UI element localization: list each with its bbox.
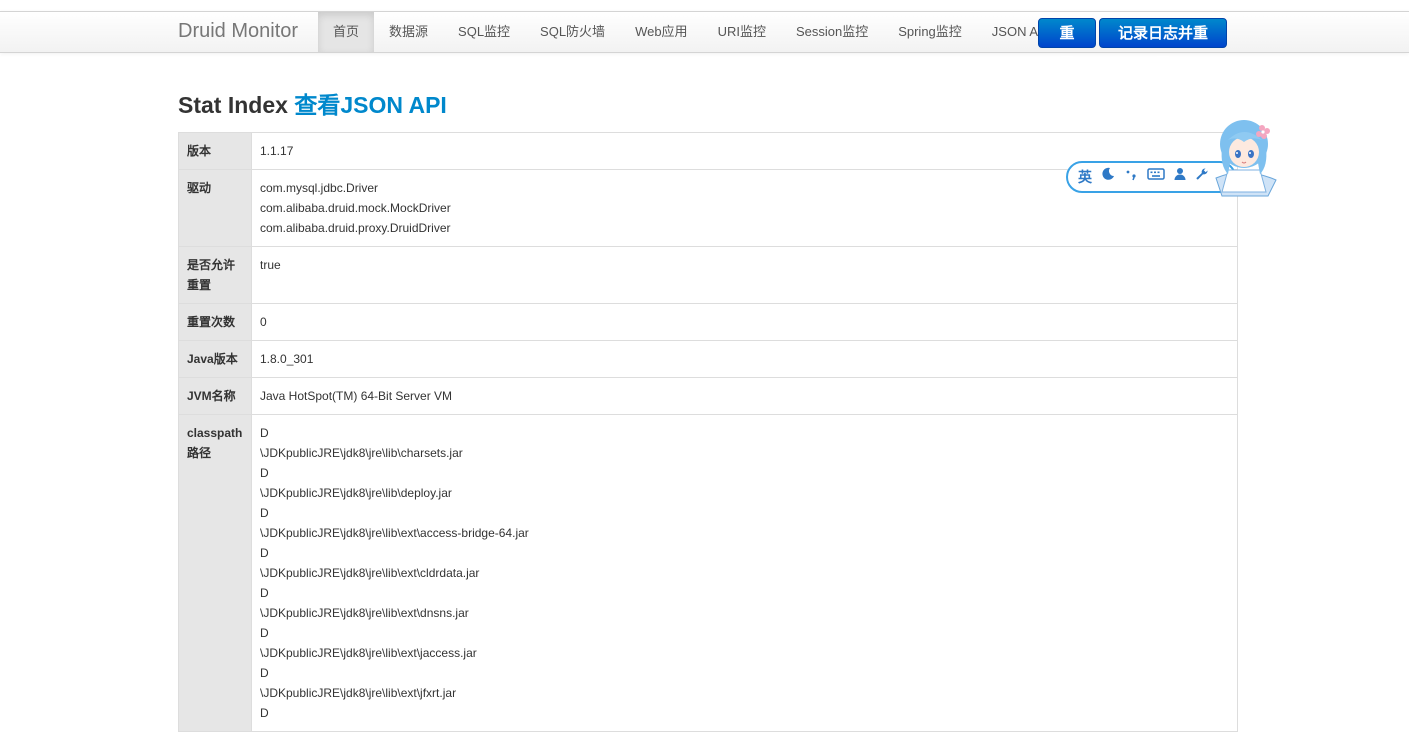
nav-item-home[interactable]: 首页	[318, 12, 375, 52]
row-key: 驱动	[178, 169, 252, 247]
nav-item-sql-firewall[interactable]: SQL防火墙	[525, 12, 620, 52]
value-line: \JDKpublicJRE\jdk8\jre\lib\charsets.jar	[260, 446, 463, 460]
value-line: com.alibaba.druid.mock.MockDriver	[260, 201, 451, 215]
top-navbar: Druid Monitor 首页 数据源 SQL监控 SQL防火墙 Web应用 …	[0, 11, 1409, 72]
reset-button[interactable]: 重置	[1038, 18, 1096, 72]
keyboard-icon[interactable]	[1147, 167, 1165, 187]
table-row-java-version: Java版本 1.8.0_301	[178, 340, 1238, 378]
nav-item-session-monitor[interactable]: Session监控	[781, 12, 883, 52]
table-row-classpath: classpath路径 D \JDKpublicJRE\jdk8\jre\lib…	[178, 414, 1238, 732]
row-value: true	[251, 246, 1238, 304]
nav-item-datasource[interactable]: 数据源	[374, 12, 443, 52]
page-title-text: Stat Index	[178, 92, 288, 118]
value-line: D	[260, 466, 269, 480]
value-line: \JDKpublicJRE\jdk8\jre\lib\ext\dnsns.jar	[260, 606, 469, 620]
value-line: D	[260, 626, 269, 640]
value-line: D	[260, 426, 269, 440]
table-row-reset-count: 重置次数 0	[178, 303, 1238, 341]
value-line: \JDKpublicJRE\jdk8\jre\lib\ext\cldrdata.…	[260, 566, 480, 580]
value-line: Java HotSpot(TM) 64-Bit Server VM	[260, 389, 453, 403]
value-line: \JDKpublicJRE\jdk8\jre\lib\ext\access-br…	[260, 526, 529, 540]
value-line: 1.1.17	[260, 144, 294, 158]
value-line: 1.8.0_301	[260, 352, 314, 366]
table-row-reset-enabled: 是否允许重置 true	[178, 246, 1238, 304]
value-line: D	[260, 586, 269, 600]
row-key: JVM名称	[178, 377, 252, 415]
row-key: 是否允许重置	[178, 246, 252, 304]
page-title: Stat Index 查看JSON API	[178, 86, 447, 120]
brand-logo[interactable]: Druid Monitor	[178, 20, 298, 43]
stat-table: 版本 1.1.17 驱动 com.mysql.jdbc.Driver com.a…	[178, 132, 1238, 732]
value-line: \JDKpublicJRE\jdk8\jre\lib\deploy.jar	[260, 486, 452, 500]
value-line: 0	[260, 315, 267, 329]
value-line: D	[260, 666, 269, 680]
nav-item-spring-monitor[interactable]: Spring监控	[883, 12, 977, 52]
view-json-api-link[interactable]: 查看JSON API	[294, 92, 447, 118]
row-key: classpath路径	[178, 414, 252, 732]
row-value: D \JDKpublicJRE\jdk8\jre\lib\charsets.ja…	[251, 414, 1238, 732]
row-key: 版本	[178, 132, 252, 170]
table-row-jvm-name: JVM名称 Java HotSpot(TM) 64-Bit Server VM	[178, 377, 1238, 415]
row-value: 1.8.0_301	[251, 340, 1238, 378]
nav-item-sql-monitor[interactable]: SQL监控	[443, 12, 525, 52]
row-value: Java HotSpot(TM) 64-Bit Server VM	[251, 377, 1238, 415]
mascot-image	[1215, 120, 1277, 197]
value-line: \JDKpublicJRE\jdk8\jre\lib\ext\jaccess.j…	[260, 646, 477, 660]
nav-item-web-app[interactable]: Web应用	[620, 12, 703, 52]
moon-icon[interactable]	[1101, 167, 1115, 187]
punctuation-icon[interactable]	[1124, 167, 1138, 187]
value-line: com.alibaba.druid.proxy.DruidDriver	[260, 221, 451, 235]
nav-item-uri-monitor[interactable]: URI监控	[703, 12, 781, 52]
value-line: true	[260, 258, 281, 272]
value-line: D	[260, 706, 269, 720]
user-icon[interactable]	[1174, 167, 1186, 187]
row-key: 重置次数	[178, 303, 252, 341]
row-key: Java版本	[178, 340, 252, 378]
nav-menu: 首页 数据源 SQL监控 SQL防火墙 Web应用 URI监控 Session监…	[318, 12, 1065, 52]
value-line: D	[260, 546, 269, 560]
row-value: 0	[251, 303, 1238, 341]
value-line: \JDKpublicJRE\jdk8\jre\lib\ext\jfxrt.jar	[260, 686, 457, 700]
log-and-reset-button[interactable]: 记录日志并重置	[1099, 18, 1227, 72]
ime-language-toggle[interactable]: 英	[1078, 167, 1092, 187]
value-line: D	[260, 506, 269, 520]
